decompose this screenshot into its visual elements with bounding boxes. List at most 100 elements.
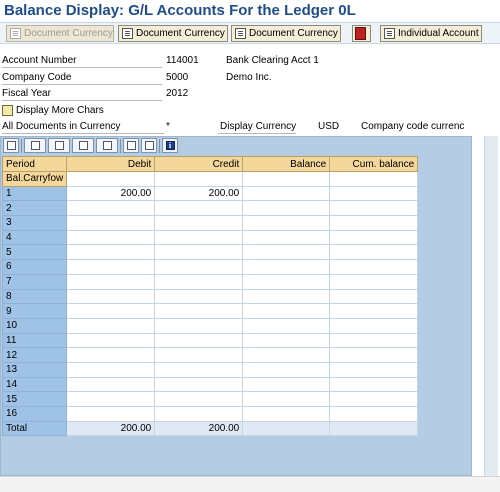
cell-cum[interactable]	[329, 259, 419, 275]
cell-debit[interactable]	[66, 288, 156, 305]
cell-credit[interactable]	[154, 288, 244, 305]
cell-balance[interactable]	[242, 406, 331, 422]
document-currency-button-1[interactable]: Document Currency	[6, 25, 114, 42]
print-button[interactable]	[24, 138, 46, 153]
table-row[interactable]: 14	[1, 376, 419, 393]
cell-balance[interactable]	[242, 200, 331, 217]
cell-debit[interactable]	[66, 361, 156, 378]
cell-balance[interactable]	[242, 171, 331, 187]
column-header-credit[interactable]: Credit	[154, 156, 244, 172]
cell-credit[interactable]	[154, 303, 244, 319]
table-row[interactable]: 6	[1, 259, 419, 275]
cell-cum[interactable]	[329, 303, 419, 319]
table-row[interactable]: 12	[1, 347, 419, 363]
cell-period[interactable]: 7	[1, 273, 68, 290]
document-currency-button-3[interactable]: Document Currency	[231, 25, 341, 42]
cell-period[interactable]: 5	[1, 244, 68, 261]
cell-credit[interactable]: 200.00	[154, 420, 244, 437]
cell-period[interactable]: 15	[1, 391, 68, 407]
cell-debit[interactable]	[66, 332, 156, 349]
cell-balance[interactable]	[242, 361, 331, 378]
cell-debit[interactable]	[66, 347, 156, 363]
cell-period[interactable]: 11	[1, 332, 68, 349]
cell-balance[interactable]	[242, 332, 331, 349]
cell-period[interactable]: 1	[1, 185, 68, 202]
cell-balance[interactable]	[242, 317, 331, 334]
cell-period[interactable]: 6	[1, 259, 68, 275]
cell-cum[interactable]	[329, 420, 419, 437]
table-row[interactable]: Bal.Carryfow	[1, 171, 419, 187]
details-button[interactable]	[3, 138, 19, 153]
red-grid-button[interactable]	[352, 25, 371, 42]
cell-debit[interactable]	[66, 303, 156, 319]
table-row[interactable]: 2	[1, 200, 419, 217]
cell-period[interactable]: Bal.Carryfow	[1, 171, 68, 187]
cell-balance[interactable]	[242, 273, 331, 290]
cell-debit[interactable]	[66, 171, 156, 187]
column-header-balance[interactable]: Balance	[242, 156, 331, 172]
document-currency-button-2[interactable]: Document Currency	[118, 25, 228, 42]
cell-credit[interactable]	[154, 391, 244, 407]
cell-cum[interactable]	[329, 376, 419, 393]
individual-account-button[interactable]: Individual Account	[380, 25, 482, 42]
column-header-period[interactable]: Period	[1, 156, 68, 172]
export-button[interactable]	[48, 138, 70, 153]
table-row[interactable]: 9	[1, 303, 419, 319]
table-row[interactable]: Total 200.00 200.00	[1, 420, 419, 437]
cell-credit[interactable]	[154, 332, 244, 349]
cell-period[interactable]: 10	[1, 317, 68, 334]
cell-credit[interactable]	[154, 376, 244, 393]
cell-credit[interactable]	[154, 259, 244, 275]
cell-period[interactable]: 16	[1, 406, 68, 422]
cell-balance[interactable]	[242, 347, 331, 363]
cell-credit[interactable]	[154, 317, 244, 334]
table-row[interactable]: 5	[1, 244, 419, 261]
cell-cum[interactable]	[329, 288, 419, 305]
graphic-button[interactable]	[123, 138, 139, 153]
views-button[interactable]	[96, 138, 118, 153]
cell-credit[interactable]	[154, 347, 244, 363]
column-header-debit[interactable]: Debit	[66, 156, 156, 172]
table-row[interactable]: 1 200.00 200.00	[1, 185, 419, 202]
table-row[interactable]: 13	[1, 361, 419, 378]
column-header-cum-balance[interactable]: Cum. balance	[329, 156, 419, 172]
cell-period[interactable]: 9	[1, 303, 68, 319]
cell-credit[interactable]	[154, 229, 244, 246]
cell-credit[interactable]	[154, 273, 244, 290]
cell-credit[interactable]	[154, 200, 244, 217]
table-row[interactable]: 16	[1, 406, 419, 422]
cell-debit[interactable]	[66, 200, 156, 217]
information-button[interactable]: i	[162, 138, 178, 153]
cell-cum[interactable]	[329, 317, 419, 334]
cell-cum[interactable]	[329, 200, 419, 217]
cell-period[interactable]: 2	[1, 200, 68, 217]
cell-period[interactable]: 12	[1, 347, 68, 363]
cell-debit[interactable]	[66, 244, 156, 261]
cell-debit[interactable]	[66, 406, 156, 422]
cell-period[interactable]: 8	[1, 288, 68, 305]
cell-cum[interactable]	[329, 171, 419, 187]
cell-balance[interactable]	[242, 244, 331, 261]
cell-balance[interactable]	[242, 376, 331, 393]
cell-cum[interactable]	[329, 273, 419, 290]
cell-balance[interactable]	[242, 303, 331, 319]
cell-balance[interactable]	[242, 288, 331, 305]
table-row[interactable]: 8	[1, 288, 419, 305]
cell-debit[interactable]	[66, 317, 156, 334]
cell-balance[interactable]	[242, 215, 331, 231]
cell-balance[interactable]	[242, 391, 331, 407]
cell-credit[interactable]	[154, 171, 244, 187]
cell-cum[interactable]	[329, 361, 419, 378]
cell-credit[interactable]	[154, 361, 244, 378]
table-row[interactable]: 3	[1, 215, 419, 231]
cell-cum[interactable]	[329, 406, 419, 422]
cell-debit[interactable]	[66, 391, 156, 407]
cell-balance[interactable]	[242, 259, 331, 275]
cell-debit[interactable]	[66, 376, 156, 393]
table-row[interactable]: 15	[1, 391, 419, 407]
cell-cum[interactable]	[329, 215, 419, 231]
cell-debit[interactable]	[66, 259, 156, 275]
cell-period[interactable]: 14	[1, 376, 68, 393]
cell-period[interactable]: 13	[1, 361, 68, 378]
table-row[interactable]: 11	[1, 332, 419, 349]
